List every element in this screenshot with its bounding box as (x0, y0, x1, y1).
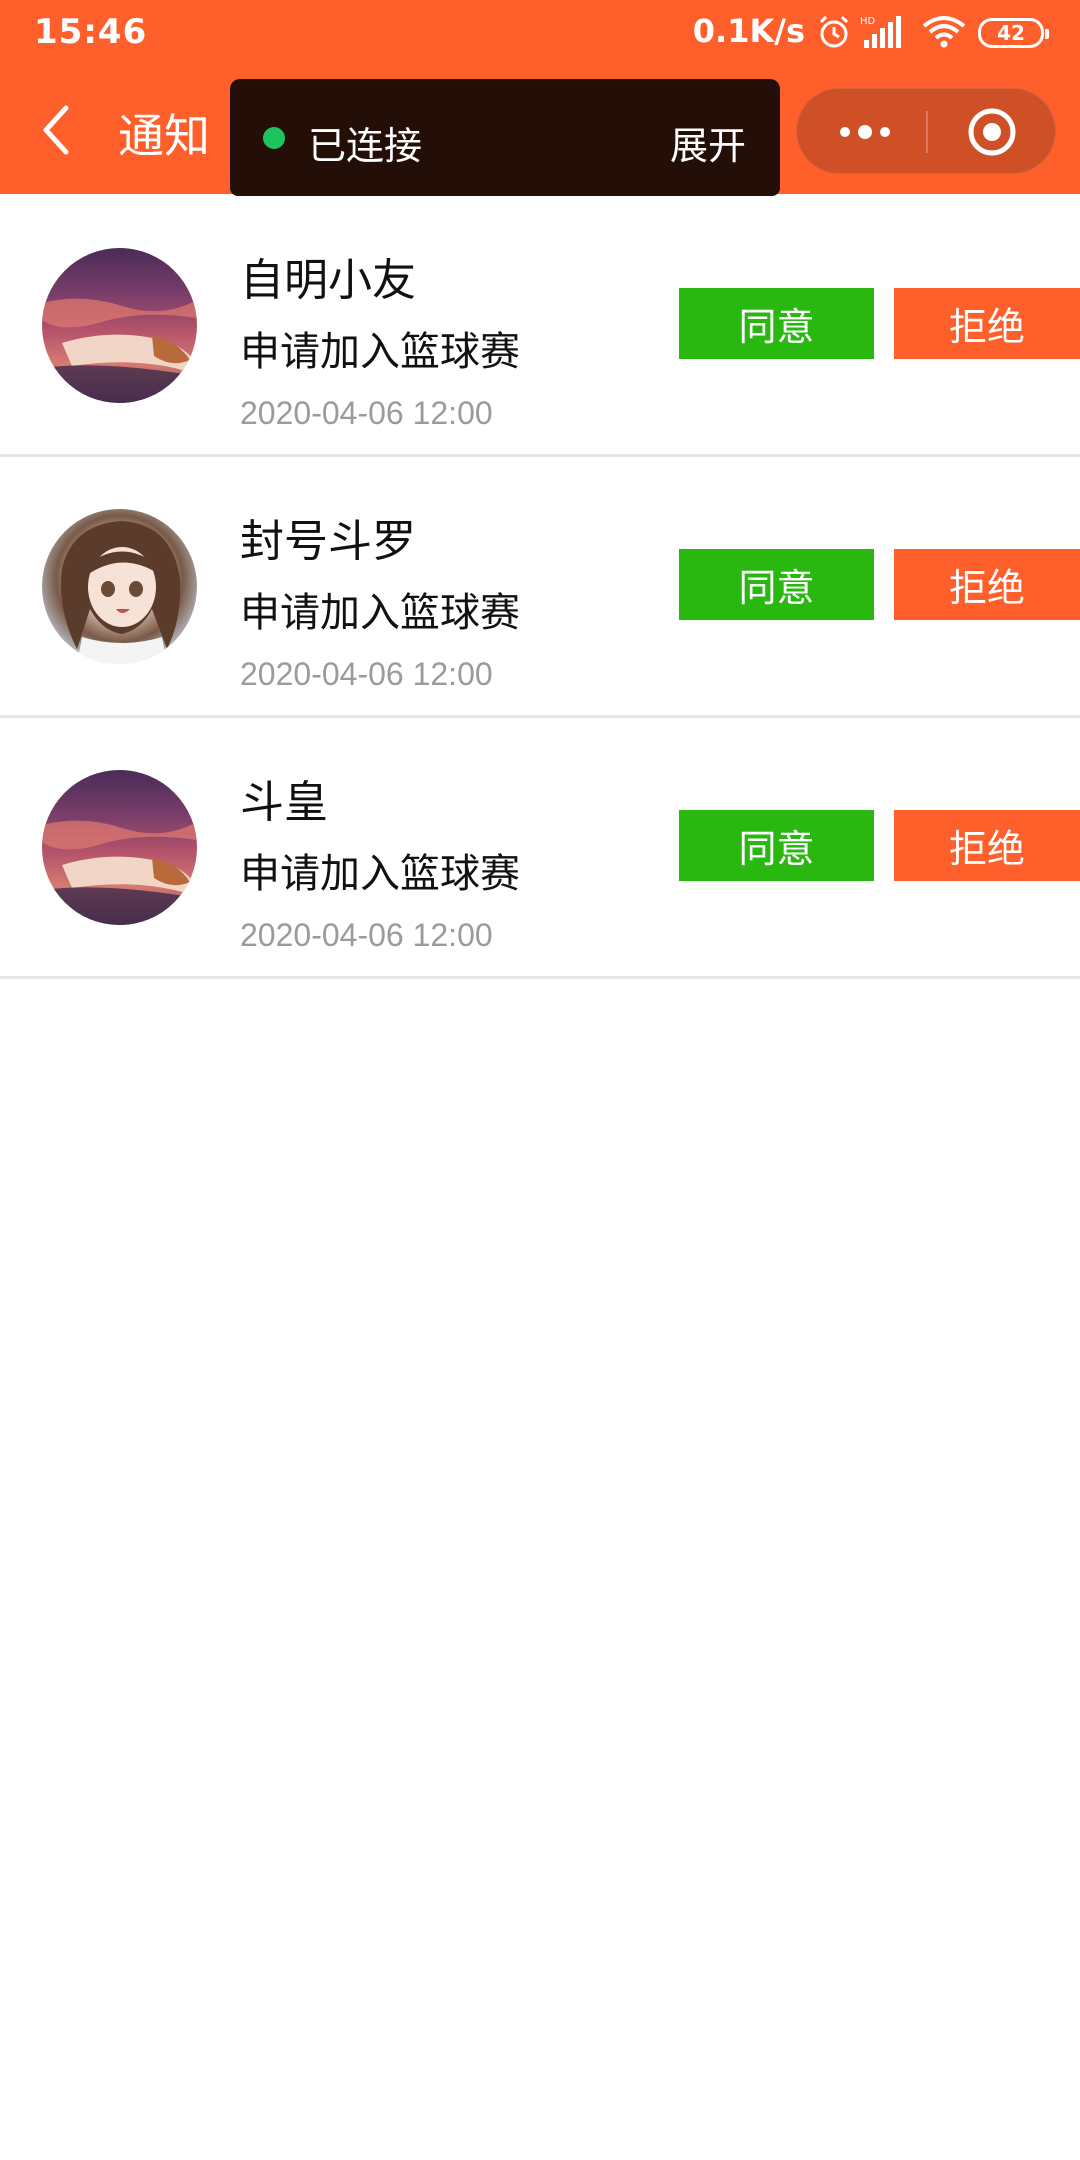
expand-button[interactable]: 展开 (670, 115, 746, 170)
signal-icon: HD (860, 14, 904, 54)
status-bar: 15:46 0.1K/s HD 42 (0, 0, 1080, 66)
avatar (42, 509, 197, 664)
applicant-name: 斗皇 (240, 777, 328, 828)
request-message: 申请加入篮球赛 (240, 590, 520, 636)
notification-list: 自明小友 申请加入篮球赛 2020-04-06 12:00 同意 拒绝 封号斗罗… (0, 196, 1080, 979)
agree-button[interactable]: 同意 (679, 549, 874, 620)
connection-status-dot (263, 127, 285, 149)
wifi-icon (920, 14, 968, 54)
agree-button[interactable]: 同意 (679, 810, 874, 881)
reject-button[interactable]: 拒绝 (894, 288, 1080, 359)
back-arrow-icon[interactable] (36, 102, 76, 158)
capsule-divider (926, 111, 928, 153)
agree-button[interactable]: 同意 (679, 288, 874, 359)
page-title: 通知 (118, 109, 210, 163)
capsule-menu (796, 88, 1056, 174)
connection-status-text: 已连接 (308, 124, 423, 168)
list-item: 斗皇 申请加入篮球赛 2020-04-06 12:00 同意 拒绝 (0, 718, 1080, 979)
avatar (42, 770, 197, 925)
svg-text:HD: HD (860, 16, 876, 27)
status-time: 15:46 (34, 12, 148, 52)
request-time: 2020-04-06 12:00 (240, 917, 493, 953)
request-message: 申请加入篮球赛 (240, 851, 520, 897)
reject-button[interactable]: 拒绝 (894, 810, 1080, 881)
reject-button[interactable]: 拒绝 (894, 549, 1080, 620)
applicant-name: 自明小友 (240, 255, 416, 306)
applicant-name: 封号斗罗 (240, 516, 416, 567)
list-item: 封号斗罗 申请加入篮球赛 2020-04-06 12:00 同意 拒绝 (0, 457, 1080, 718)
network-speed: 0.1K/s (692, 12, 805, 50)
connection-panel: 已连接 展开 (230, 79, 780, 196)
close-miniprogram-icon[interactable] (967, 107, 1017, 157)
list-item: 自明小友 申请加入篮球赛 2020-04-06 12:00 同意 拒绝 (0, 196, 1080, 457)
alarm-icon (816, 14, 852, 54)
avatar (42, 248, 197, 403)
request-time: 2020-04-06 12:00 (240, 395, 493, 431)
more-options-icon[interactable] (835, 115, 895, 149)
request-time: 2020-04-06 12:00 (240, 656, 493, 692)
battery-icon: 42 (978, 18, 1049, 48)
request-message: 申请加入篮球赛 (240, 329, 520, 375)
